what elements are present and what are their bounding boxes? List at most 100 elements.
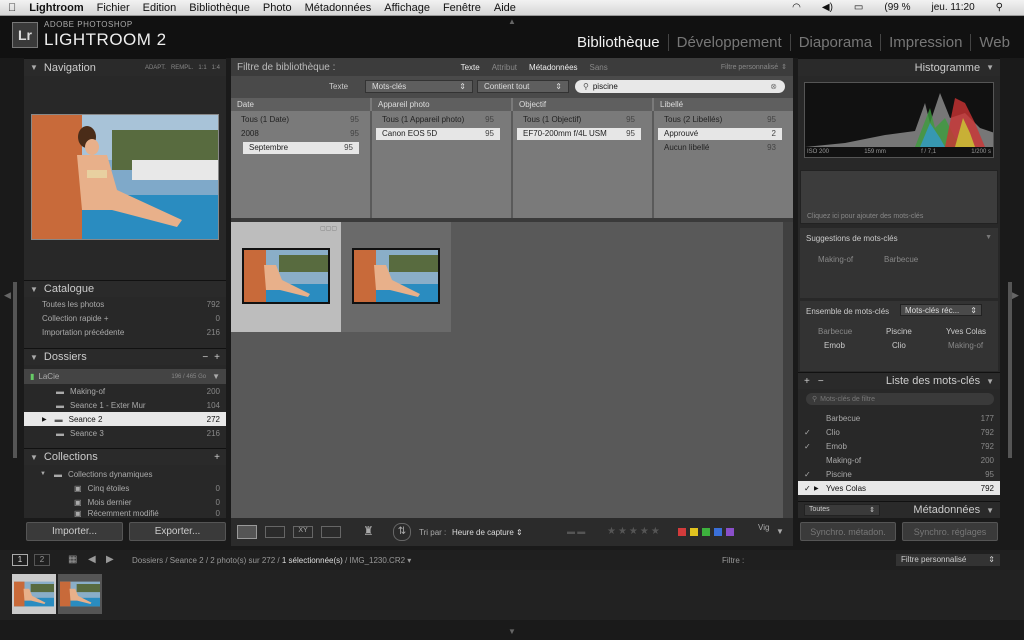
camera-row[interactable]: Tous (1 Appareil photo) 95 — [376, 114, 500, 126]
date-row[interactable]: 2008 95 — [235, 128, 365, 140]
navigator-preview[interactable] — [31, 114, 219, 240]
keyword-check-icon[interactable]: ✓ — [804, 428, 826, 437]
grid-scrollbar[interactable] — [783, 222, 793, 518]
volume-expand-icon[interactable]: ▼ — [212, 372, 220, 381]
menu-file[interactable]: Fichier — [97, 2, 130, 14]
folder-item-selected[interactable]: ▶ ▬ Seance 2 272 — [24, 412, 226, 426]
battery-icon[interactable]: ▭ — [854, 2, 863, 13]
color-label-green[interactable] — [702, 528, 710, 536]
grid-view-icon[interactable]: ▦ — [68, 554, 77, 565]
keyword-item[interactable]: Barbecue 177 — [798, 411, 1000, 425]
label-row[interactable]: Tous (2 Libellés) 95 — [658, 114, 782, 126]
set-keyword[interactable]: Piscine — [886, 327, 912, 336]
filmstrip-filter-select[interactable]: Filtre personnalisé ⇕ — [896, 554, 1000, 566]
main-window-button[interactable]: 1 — [12, 554, 28, 566]
preset-dropdown-icon[interactable]: ⇕ — [781, 63, 787, 71]
menu-edit[interactable]: Edition — [143, 2, 177, 14]
set-keyword[interactable]: Clio — [892, 341, 906, 350]
filter-tab-attribute[interactable]: Attribut — [492, 63, 517, 72]
left-panel-toggle-icon[interactable]: ◀ — [4, 290, 11, 301]
collection-item[interactable]: ▣ Récemment modifié 0 — [24, 509, 226, 517]
module-print[interactable]: Impression — [881, 34, 972, 51]
painter-spray-icon[interactable]: ♜ — [363, 524, 374, 538]
grid-cell[interactable] — [341, 222, 451, 332]
keyword-set-select[interactable]: Mots-clés réc... ⇕ — [900, 304, 982, 316]
column-header-label[interactable]: Libellé — [654, 98, 793, 111]
filter-tab-text[interactable]: Texte — [461, 63, 480, 72]
module-slideshow[interactable]: Diaporama — [791, 34, 882, 51]
lens-row[interactable]: Tous (1 Objectif) 95 — [517, 114, 641, 126]
color-label-yellow[interactable] — [690, 528, 698, 536]
folder-item[interactable]: ▬ Making-of 200 — [24, 384, 226, 398]
remove-keyword-icon[interactable]: − — [818, 376, 824, 387]
collection-item[interactable]: ▣ Cinq étoiles 0 — [24, 481, 226, 495]
top-panel-toggle-icon[interactable]: ▲ — [508, 17, 516, 26]
keyword-item[interactable]: ✓ Clio 792 — [798, 425, 1000, 439]
color-label-purple[interactable] — [726, 528, 734, 536]
second-window-button[interactable]: 2 — [34, 554, 50, 566]
import-button[interactable]: Importer... — [26, 522, 123, 541]
collapse-triangle-icon[interactable]: ▼ — [985, 234, 992, 241]
volume-row[interactable]: ▮ LaCie 196 / 465 Go ▼ — [24, 369, 226, 384]
remove-folder-icon[interactable]: − — [202, 352, 208, 363]
search-input[interactable]: ⚲ piscine ⊗ — [575, 80, 785, 93]
collection-group[interactable]: ▼ ▬ Collections dynamiques — [24, 467, 226, 481]
sort-direction-icon[interactable]: ⇅ — [393, 523, 411, 541]
export-button[interactable]: Exporter... — [129, 522, 226, 541]
label-row[interactable]: Aucun libellé 93 — [658, 142, 782, 154]
lens-row-selected[interactable]: EF70-200mm f/4L USM 95 — [517, 128, 641, 140]
apple-icon[interactable]:  — [8, 2, 16, 14]
catalog-item[interactable]: Toutes les photos 792 — [24, 297, 226, 311]
column-header-date[interactable]: Date — [231, 98, 370, 111]
column-header-camera[interactable]: Appareil photo — [372, 98, 511, 111]
spotlight-icon[interactable]: ⚲ — [996, 2, 1003, 13]
bottom-panel-toggle-icon[interactable]: ▼ — [508, 627, 516, 636]
suggested-keyword[interactable]: Making-of — [818, 255, 853, 264]
zoom-1-1[interactable]: 1:1 — [198, 65, 206, 71]
catalog-header[interactable]: ▼ Catalogue — [24, 280, 226, 297]
filmstrip-thumb-selected[interactable] — [12, 574, 56, 614]
folders-header[interactable]: ▼ Dossiers − + — [24, 348, 226, 365]
volume-icon[interactable]: ◀) — [822, 2, 833, 13]
keyword-filter-input[interactable]: ⚲ Mots-clés de filtre — [806, 393, 994, 405]
menu-app[interactable]: Lightroom — [29, 2, 83, 14]
color-label-red[interactable] — [678, 528, 686, 536]
photo-thumbnail[interactable] — [242, 248, 330, 304]
add-collection-icon[interactable]: + — [214, 452, 220, 463]
keyword-item[interactable]: ✓ Emob 792 — [798, 439, 1000, 453]
folder-item[interactable]: ▬ Seance 3 216 — [24, 426, 226, 440]
set-keyword[interactable]: Yves Colas — [946, 327, 986, 336]
zoom-fit[interactable]: ADAPT. — [145, 65, 166, 71]
flag-icons[interactable]: ▬ ▬ — [567, 527, 585, 536]
navigator-header[interactable]: ▼ Navigation ADAPT. REMPL. 1:1 1:4 — [24, 58, 226, 76]
sync-settings-button[interactable]: Synchro. réglages — [902, 522, 998, 541]
suggested-keyword[interactable]: Barbecue — [884, 255, 918, 264]
left-panel-scrollbar[interactable] — [13, 282, 17, 458]
set-keyword[interactable]: Making-of — [948, 341, 983, 350]
collection-item[interactable]: ▣ Mois dernier 0 — [24, 495, 226, 509]
keyword-check-icon[interactable]: ✓ — [804, 470, 826, 479]
keyword-list-header[interactable]: + − Liste des mots-clés ▼ — [798, 372, 1000, 389]
menu-window[interactable]: Fenêtre — [443, 2, 481, 14]
module-web[interactable]: Web — [971, 34, 1010, 51]
set-keyword[interactable]: Barbecue — [818, 327, 852, 336]
camera-row-selected[interactable]: Canon EOS 5D 95 — [376, 128, 500, 140]
disclosure-icon[interactable]: ▶ — [42, 416, 47, 423]
menu-help[interactable]: Aide — [494, 2, 516, 14]
wifi-icon[interactable]: ◠ — [792, 2, 801, 13]
metadata-preset-select[interactable]: Toutes ⇕ — [804, 504, 880, 516]
label-row-selected[interactable]: Approuvé 2 — [658, 128, 782, 140]
keyword-item[interactable]: Making-of 200 — [798, 453, 1000, 467]
module-library[interactable]: Bibliothèque — [569, 34, 669, 51]
catalog-item[interactable]: Collection rapide + 0 — [24, 311, 226, 325]
right-panel-scrollbar[interactable] — [1008, 282, 1012, 458]
grid-cell-selected[interactable]: ▢▢▢ — [231, 222, 341, 332]
right-panel-toggle-icon[interactable]: ▶ — [1012, 290, 1019, 301]
filter-tab-metadata[interactable]: Métadonnées — [529, 63, 577, 72]
survey-view-icon[interactable] — [321, 526, 341, 538]
sync-metadata-button[interactable]: Synchro. métadon. — [800, 522, 896, 541]
zoom-fill[interactable]: REMPL. — [171, 65, 193, 71]
sort-select[interactable]: Heure de capture ⇕ — [452, 528, 523, 537]
metadata-header[interactable]: Toutes ⇕ Métadonnées ▼ — [798, 501, 1000, 518]
rule-select[interactable]: Contient tout ⇕ — [477, 80, 569, 93]
